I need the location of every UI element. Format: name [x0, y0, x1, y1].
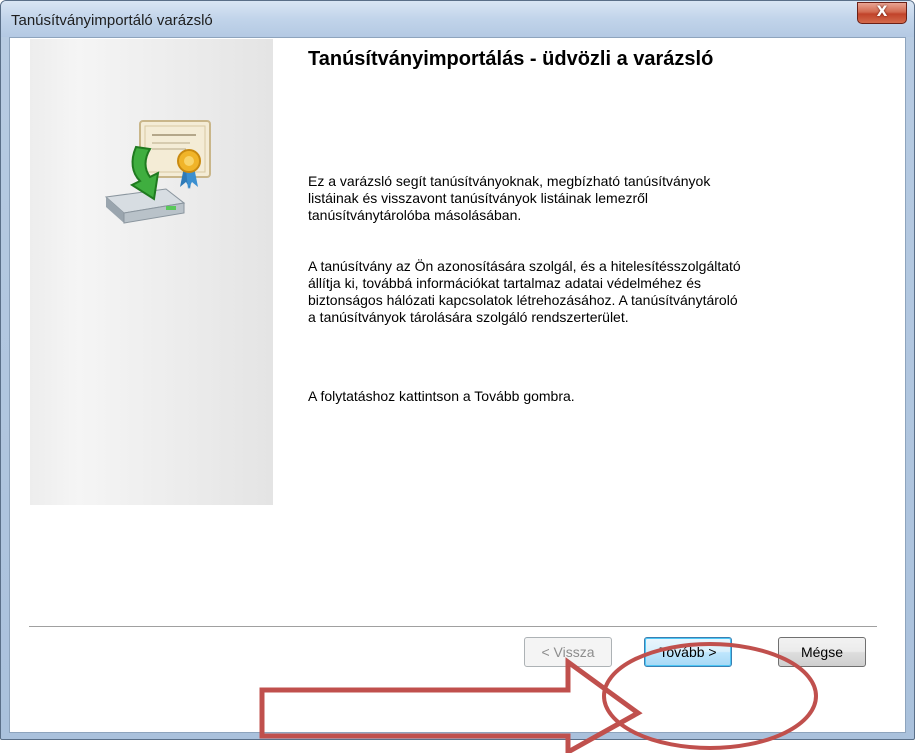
button-separator	[29, 626, 877, 628]
back-button[interactable]: < Vissza	[524, 637, 612, 667]
certificate-import-icon	[104, 120, 211, 224]
close-icon: X	[876, 4, 888, 20]
wizard-certificate-description: A tanúsítvány az Ön azonosítására szolgá…	[308, 258, 741, 325]
cancel-button[interactable]: Mégse	[778, 637, 866, 667]
wizard-heading: Tanúsítványimportálás - üdvözli a varázs…	[308, 48, 714, 70]
wizard-window: Tanúsítványimportáló varázsló X Tanúsítv…	[0, 0, 915, 740]
window-title: Tanúsítványimportáló varázsló	[11, 12, 213, 29]
wizard-side-panel	[30, 39, 273, 505]
wizard-intro-text: Ez a varázsló segít tanúsítványoknak, me…	[308, 173, 711, 223]
title-bar[interactable]: Tanúsítványimportáló varázsló X	[1, 1, 914, 37]
next-button[interactable]: Tovább >	[644, 637, 732, 667]
wizard-continue-hint: A folytatáshoz kattintson a Tovább gombr…	[308, 388, 575, 404]
close-button[interactable]: X	[857, 2, 907, 24]
